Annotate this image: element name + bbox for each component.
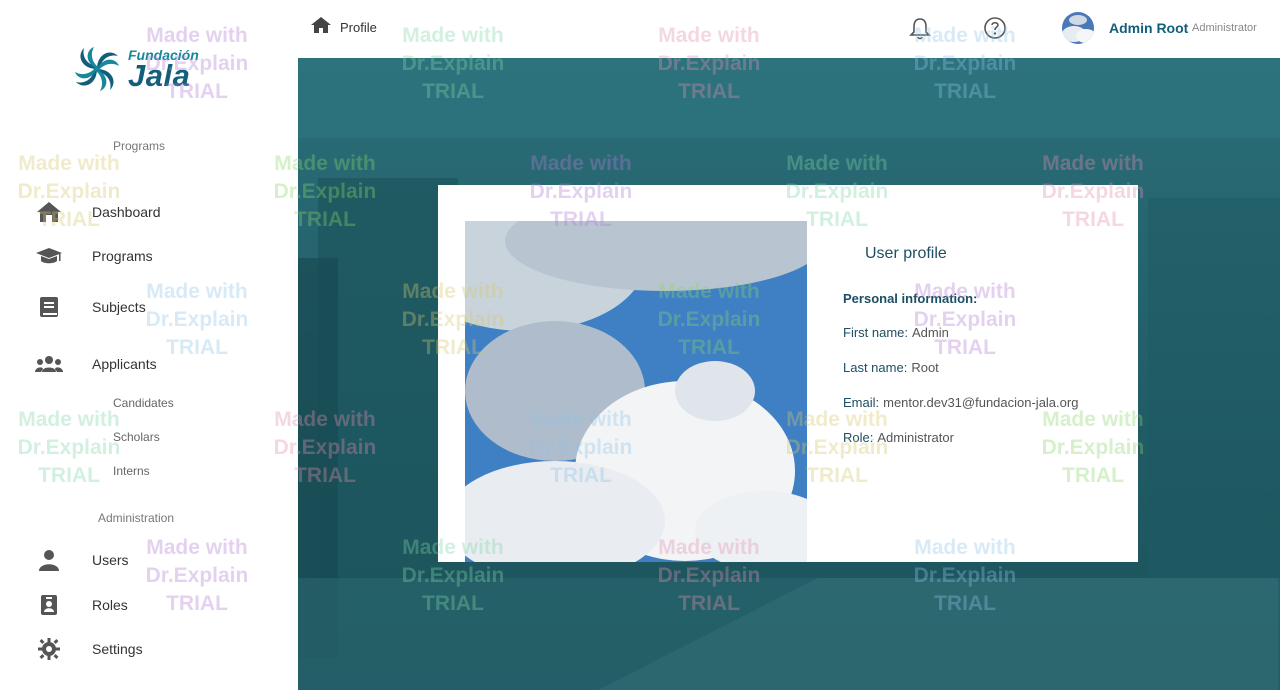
sidebar-item-label: Users [92,552,129,568]
email-value: mentor.dev31@fundacion-jala.org [883,395,1079,410]
sidebar-item-label: Dashboard [92,204,161,220]
top-header: Profile Admin Root Administrator [280,0,1280,58]
sidebar-item-label: Roles [92,597,128,613]
email-row: Email: mentor.dev31@fundacion-jala.org [843,395,1078,410]
fundacion-jala-logo[interactable]: Fundación Jala [72,44,212,96]
sidebar-subitem-scholars[interactable]: Scholars [113,430,160,444]
gear-icon [34,636,64,662]
personal-info-heading: Personal information: [843,291,978,306]
sidebar-item-programs[interactable]: Programs [34,241,274,271]
first-name-value: Admin [912,325,949,340]
last-name-row: Last name: Root [843,360,939,375]
breadcrumb-label: Profile [340,20,377,35]
home-icon [310,16,332,39]
sidebar-item-subjects[interactable]: Subjects [34,292,274,322]
sidebar-item-users[interactable]: Users [34,545,274,575]
role-value: Administrator [877,430,954,445]
user-icon [34,547,64,573]
last-name-value: Root [911,360,939,375]
breadcrumb[interactable]: Profile [310,16,377,39]
profile-photo [465,221,807,562]
first-name-row: First name: Admin [843,325,949,340]
role-row: Role: Administrator [843,430,954,445]
book-icon [34,294,64,320]
sidebar-subitem-candidates[interactable]: Candidates [113,396,174,410]
user-role: Administrator [1192,22,1257,34]
bell-icon[interactable] [908,16,932,40]
administration-section-label: Administration [98,511,175,525]
role-label: Role: [843,430,874,445]
sidebar-item-applicants[interactable]: Applicants [34,349,274,379]
profile-title: User profile [865,245,947,262]
sidebar-item-label: Settings [92,641,143,657]
sidebar: Fundación Jala Programs Dashboard Progra… [0,0,280,690]
users-group-icon [34,351,64,377]
user-name[interactable]: Admin Root [1109,20,1188,36]
main-content: User profile Personal information: First… [298,58,1280,690]
sidebar-item-roles[interactable]: Roles [34,590,274,620]
avatar[interactable] [1062,12,1094,44]
email-label: Email: [843,395,880,410]
logo-big-text: Jala [128,58,191,93]
programs-section-label: Programs [113,139,166,153]
sidebar-item-label: Applicants [92,356,157,372]
jala-swirl-icon [75,47,119,91]
sidebar-item-label: Subjects [92,299,146,315]
home-icon [34,199,64,225]
last-name-label: Last name: [843,360,908,375]
first-name-label: First name: [843,325,909,340]
sidebar-item-settings[interactable]: Settings [34,634,274,664]
sidebar-item-dashboard[interactable]: Dashboard [34,197,274,227]
graduation-cap-icon [34,243,64,269]
sidebar-subitem-interns[interactable]: Interns [113,464,150,478]
user-profile-card: User profile Personal information: First… [438,185,1138,562]
help-icon[interactable] [983,16,1007,40]
sidebar-item-label: Programs [92,248,153,264]
id-badge-icon [34,592,64,618]
